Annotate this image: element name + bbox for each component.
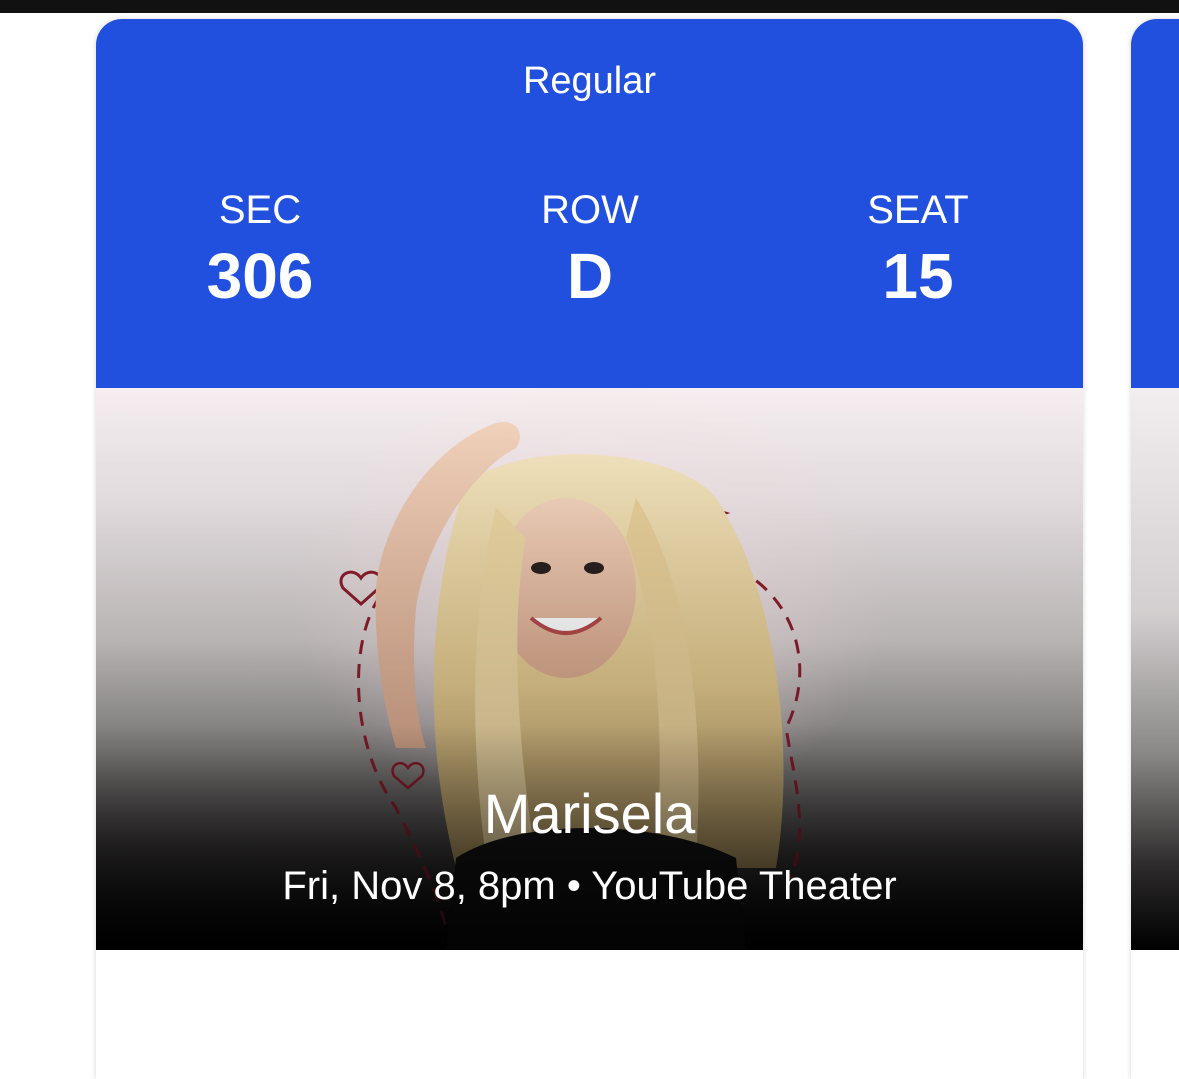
event-name: Marisela [483,782,696,845]
seat-value: 15 [882,240,954,312]
ticket-footer [96,950,1083,1079]
ticket-type: Regular [522,60,657,102]
seat-label: SEAT [867,188,969,232]
next-ticket-card[interactable] [1131,19,1179,1079]
event-details: Fri, Nov 8, 8pm • YouTube Theater [282,864,897,908]
seat-info: SEAT 15 [798,187,1038,311]
row-info: ROW D [470,187,710,311]
ticket-card[interactable]: Regular SEC 306 ROW D SEAT 15 [96,19,1083,1079]
section-info: SEC 306 [140,187,380,311]
row-value: D [566,240,614,312]
section-value: 306 [206,240,314,312]
section-label: SEC [218,188,302,232]
next-ticket-header [1131,19,1179,388]
ticket-header: Regular SEC 306 ROW D SEAT 15 [96,19,1083,388]
top-status-bar [0,0,1179,13]
row-label: ROW [541,188,639,232]
